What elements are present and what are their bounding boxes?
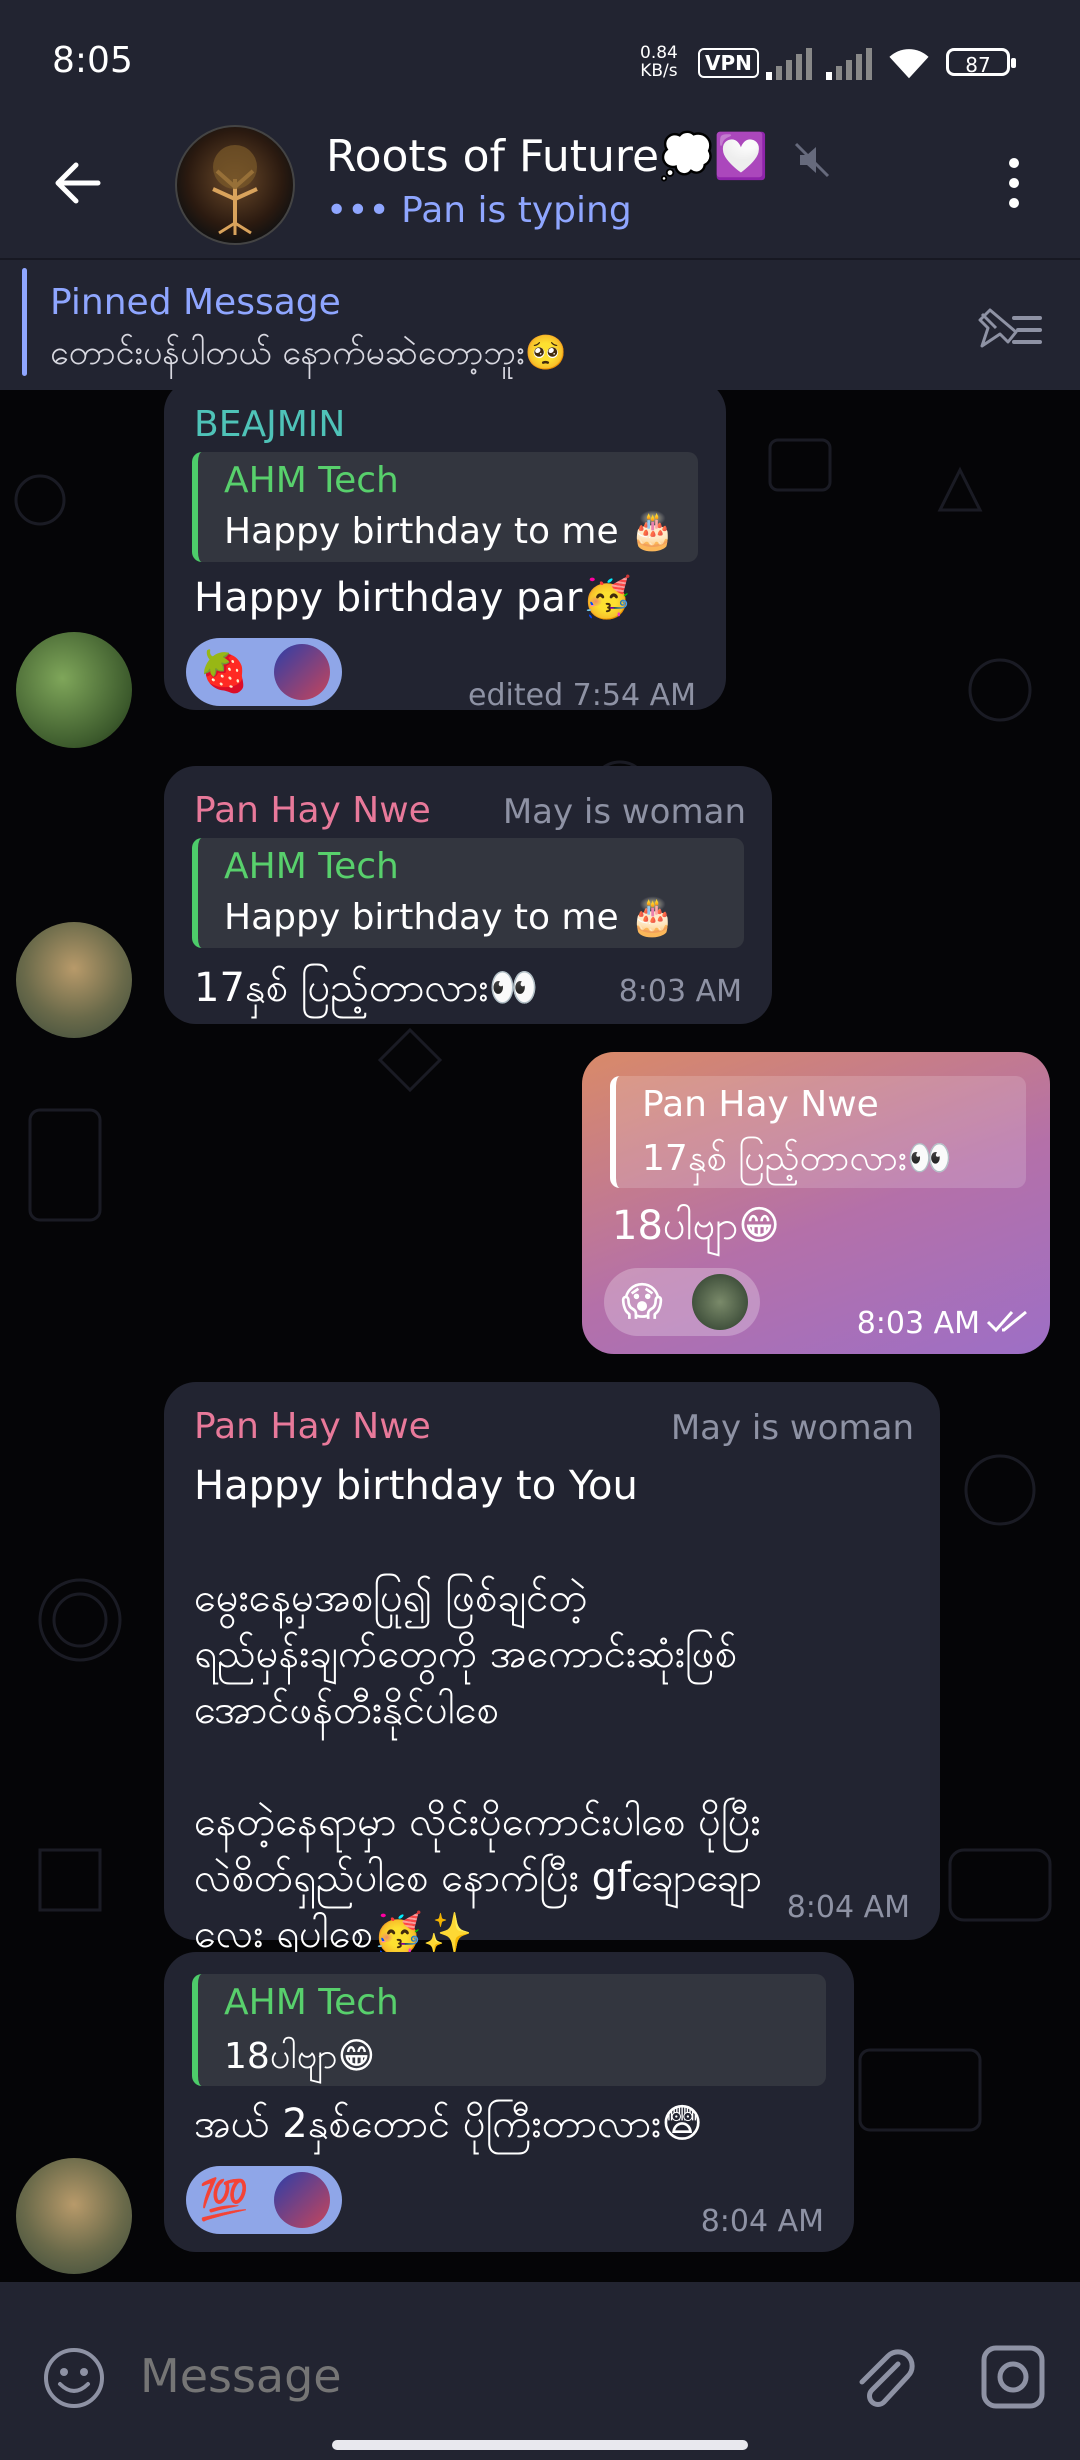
sender-name[interactable]: BEAJMIN [194,404,345,445]
reactor-avatar [692,1274,748,1330]
camera-icon[interactable] [980,2344,1046,2410]
message-composer [0,2282,1080,2460]
member-title: May is woman [502,792,746,832]
reply-quote[interactable]: Pan Hay Nwe 17နှစ် ပြည့်တာလား👀 [610,1076,1026,1188]
vpn-icon: VPN [698,48,759,78]
reply-sender: AHM Tech [224,460,399,501]
chat-area[interactable]: BEAJMIN AHM Tech Happy birthday to me 🎂 … [0,390,1080,2282]
mute-icon [794,142,830,178]
reply-sender: AHM Tech [224,1982,399,2023]
network-speed: 0.84 KB/s [640,43,678,81]
hundred-reaction[interactable]: 💯 [196,2172,252,2228]
message-text: အယ် 2နှစ်တောင် ပိုကြီးတာလား😨 [194,2101,703,2147]
typing-status: ••• Pan is typing [326,190,632,231]
reactor-avatar [274,644,330,700]
battery-icon: 87 [946,48,1016,77]
message-text: 17နှစ် ပြည့်တာလား👀 [194,965,539,1011]
user-avatar[interactable] [16,922,132,1038]
reply-quote[interactable]: AHM Tech Happy birthday to me 🎂 [192,838,744,948]
message-time: 8:04 AM [700,2204,824,2239]
back-arrow-icon[interactable] [50,155,106,211]
reactions-bar[interactable]: 😱 [604,1268,760,1336]
emoji-icon[interactable] [42,2346,106,2410]
message-time: 8:03 AM [856,1306,980,1341]
reactions-bar[interactable]: 💯 [186,2166,342,2234]
pinned-indicator [22,268,27,376]
chat-title: Roots of Future💭💟 [326,131,769,182]
message-bubble[interactable]: BEAJMIN AHM Tech Happy birthday to me 🎂 … [164,390,726,713]
reply-text: 18ပါဗျာ😁 [224,2036,376,2077]
clock: 8:05 [52,40,133,81]
pinned-label: Pinned Message [50,282,341,323]
signal-icon-2 [826,48,872,80]
pinned-message[interactable]: Pinned Message တောင်းပန်ပါတယ် နောက်မဆဲတေ… [0,258,1080,392]
group-avatar[interactable] [175,125,295,245]
wifi-icon [889,49,929,79]
member-title: May is woman [670,1408,914,1448]
read-checkmarks-icon [986,1310,1027,1333]
message-time: edited 7:54 AM [468,678,696,713]
reactions-bar[interactable]: 🍓 [186,638,342,706]
reactor-avatar [274,2172,330,2228]
message-text: 18ပါဗျာ😁 [612,1203,780,1249]
outgoing-message-bubble[interactable]: Pan Hay Nwe 17နှစ် ပြည့်တာလား👀 18ပါဗျာ😁 … [582,1052,1050,1354]
reply-sender: AHM Tech [224,846,399,887]
message-bubble[interactable]: Pan Hay Nwe May is woman AHM Tech Happy … [164,766,772,1024]
sender-name[interactable]: Pan Hay Nwe [194,790,431,831]
reply-sender: Pan Hay Nwe [642,1084,879,1125]
sender-name[interactable]: Pan Hay Nwe [194,1406,431,1447]
pinned-text: တောင်းပန်ပါတယ် နောက်မဆဲတော့ဘူး🥺 [50,333,568,373]
message-bubble[interactable]: Pan Hay Nwe May is woman Happy birthday … [164,1382,940,1957]
reply-quote[interactable]: AHM Tech 18ပါဗျာ😁 [192,1974,826,2086]
tree-logo-icon [212,145,258,235]
reply-text: Happy birthday to me 🎂 [224,897,675,938]
user-avatar[interactable] [16,2158,132,2274]
status-bar: 8:05 0.84 KB/s VPN 87 [0,0,1080,120]
message-text: Happy birthday par🥳 [194,575,633,621]
strawberry-reaction[interactable]: 🍓 [196,644,252,700]
message-time: 8:03 AM [618,974,742,1009]
message-bubble[interactable]: AHM Tech 18ပါဗျာ😁 အယ် 2နှစ်တောင် ပိုကြီး… [164,1952,854,2252]
reply-text: Happy birthday to me 🎂 [224,511,675,552]
pin-list-icon[interactable] [976,306,1044,354]
chat-header: Roots of Future💭💟 ••• Pan is typing [0,120,1080,258]
reply-text: 17နှစ် ပြည့်တာလား👀 [642,1138,952,1179]
home-indicator[interactable] [332,2440,748,2450]
reply-quote[interactable]: AHM Tech Happy birthday to me 🎂 [192,452,698,562]
message-time: 8:04 AM [786,1890,910,1925]
message-input[interactable] [138,2348,702,2404]
message-text: Happy birthday to You မွေးနေ့မှအစပြု၍ ဖြ… [194,1463,762,1957]
user-avatar[interactable] [16,632,132,748]
attach-icon[interactable] [848,2342,920,2414]
more-options-icon[interactable] [996,155,1032,211]
scream-reaction[interactable]: 😱 [614,1274,670,1330]
signal-icon [766,48,812,80]
